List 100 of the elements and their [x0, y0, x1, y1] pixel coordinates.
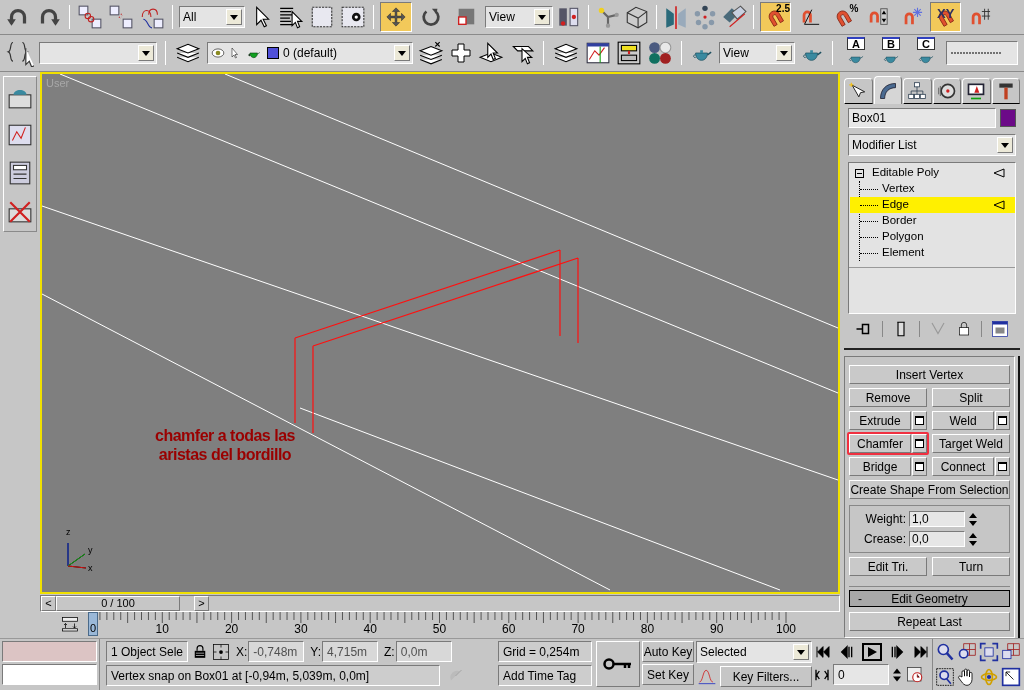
set-key-button[interactable]: Set Key [642, 664, 694, 685]
coordinate-field[interactable]: 0,0m [395, 641, 452, 662]
snap-toggle[interactable]: XY [930, 2, 961, 32]
link-icon[interactable] [76, 4, 104, 30]
spinner-arrows-icon[interactable] [892, 666, 902, 683]
modifier-stack-list[interactable]: Editable Poly Vertex Edge Border Polygon Element [848, 162, 1016, 314]
orbit-icon[interactable] [979, 666, 999, 687]
key-mode-dropdown[interactable]: Selected [696, 641, 812, 663]
set-key-toggle-button[interactable] [596, 641, 640, 687]
curve-editor-icon[interactable] [585, 40, 611, 66]
stack-item[interactable]: Edge [850, 197, 1015, 213]
command-button[interactable]: Insert Vertex [849, 365, 1010, 384]
command-button[interactable]: Split [932, 388, 1010, 407]
stack-item[interactable]: Element [850, 245, 1015, 261]
rollout-header[interactable]: - Edit Geometry [849, 590, 1010, 607]
object-name-field[interactable]: Box01 [848, 108, 996, 128]
current-frame-marker[interactable]: 0 [88, 612, 98, 636]
add-to-layer-icon[interactable] [418, 40, 444, 66]
dropdown-arrow-button[interactable] [226, 9, 242, 25]
absolute-mode-icon[interactable] [212, 642, 230, 661]
snap-toggle[interactable]: 2.5 [760, 2, 791, 32]
material-editor-icon[interactable] [647, 40, 673, 66]
time-slider-thumb[interactable]: 0 / 100 [56, 595, 180, 611]
preset-letter[interactable]: A [847, 37, 865, 50]
dropdown-arrow-button[interactable] [534, 9, 550, 25]
selection-filter-dropdown[interactable]: All [179, 6, 245, 28]
array-icon[interactable] [692, 4, 718, 30]
command-button[interactable]: Extrude [849, 411, 911, 430]
add-time-tag[interactable]: Add Time Tag [498, 665, 592, 686]
command-button[interactable]: Remove [849, 388, 927, 407]
grid-spacing[interactable]: Grid = 0,254m [498, 641, 592, 662]
zoom-all-icon[interactable] [957, 642, 977, 662]
named-selection-dropdown[interactable] [39, 42, 157, 64]
region-zoom-icon[interactable] [935, 666, 955, 687]
command-button[interactable]: Turn [932, 557, 1010, 576]
mirror-icon[interactable] [663, 4, 689, 30]
collapse-toggle[interactable] [855, 168, 864, 178]
dropdown-arrow-button[interactable] [138, 45, 154, 61]
command-button[interactable]: Target Weld [932, 434, 1010, 453]
next-frame-button[interactable]: > [194, 595, 209, 611]
zoom-extents-icon[interactable] [979, 642, 999, 662]
preset-letter[interactable]: C [917, 37, 935, 50]
settings-button[interactable] [995, 457, 1010, 476]
key-filters-button[interactable]: Key Filters... [720, 666, 812, 687]
time-configuration-icon[interactable] [905, 665, 925, 684]
align-icon[interactable] [721, 4, 747, 30]
maximize-viewport-icon[interactable] [1001, 666, 1021, 687]
render-view-dropdown[interactable]: View [719, 42, 795, 64]
named-selection-icon[interactable] [6, 39, 34, 67]
coordinate-field[interactable]: 4,715m [322, 641, 379, 662]
reference-coordinate-dropdown[interactable]: View [485, 6, 553, 28]
snap-toggle[interactable]: % [828, 2, 859, 32]
zoom-icon[interactable] [935, 642, 955, 662]
settings-button[interactable] [912, 411, 927, 430]
command-button[interactable]: Edit Tri. [849, 557, 927, 576]
schematic-view-icon[interactable] [616, 40, 642, 66]
stack-item[interactable]: Editable Poly [849, 165, 1015, 181]
go-to-start-icon[interactable] [814, 644, 832, 660]
spinner-arrows-icon[interactable] [968, 531, 978, 547]
dropdown-arrow-button[interactable] [776, 45, 792, 61]
calculator-icon[interactable] [7, 159, 33, 187]
scrollbar[interactable] [1018, 356, 1020, 638]
spinner-field[interactable]: 0,0 [909, 531, 965, 547]
spinner-arrows-icon[interactable] [968, 511, 978, 527]
command-button[interactable]: Chamfer [849, 434, 911, 453]
settings-button[interactable] [995, 411, 1010, 430]
stack-item[interactable]: Border [850, 213, 1015, 229]
lock-icon[interactable] [193, 643, 207, 660]
command-button[interactable]: Create Shape From Selection [849, 480, 1010, 499]
modifier-list-dropdown[interactable]: Modifier List [848, 134, 1016, 156]
preset-letter[interactable]: B [882, 37, 900, 50]
settings-button[interactable] [912, 434, 927, 453]
configure-sets-icon[interactable] [991, 320, 1010, 338]
play-button[interactable] [862, 643, 882, 661]
previous-frame-button[interactable]: < [41, 595, 56, 611]
object-color-swatch[interactable] [1000, 109, 1016, 127]
command-button[interactable]: Weld [932, 411, 994, 430]
plus-icon[interactable] [449, 41, 473, 65]
mini-curve-editor-icon[interactable] [59, 616, 81, 634]
layer-dropdown[interactable]: 0 (default) [207, 42, 413, 64]
keyboard-shortcut-icon[interactable] [624, 4, 650, 30]
stack-item[interactable]: Polygon [850, 229, 1015, 245]
dropdown-arrow-button[interactable] [793, 644, 809, 660]
zoom-extents-all-icon[interactable] [1001, 642, 1021, 662]
command-button[interactable]: Repeat Last [849, 612, 1010, 631]
preset-field[interactable] [946, 41, 1018, 65]
stack-item[interactable]: Vertex [850, 181, 1015, 197]
auto-key-button[interactable]: Auto Key [642, 641, 694, 662]
dropdown-arrow-button[interactable] [997, 137, 1013, 153]
coordinate-field[interactable]: -0,748m [248, 641, 305, 662]
spinner-field[interactable]: 1,0 [909, 511, 965, 527]
settings-button[interactable] [912, 457, 927, 476]
go-to-end-icon[interactable] [912, 644, 930, 660]
window-crossing-icon[interactable] [339, 4, 367, 30]
dropdown-arrow-button[interactable] [394, 45, 410, 61]
current-frame-field[interactable]: 0 [833, 664, 889, 685]
command-button[interactable]: Connect [932, 457, 994, 476]
key-icon[interactable] [603, 656, 633, 672]
listener-input[interactable] [2, 641, 97, 662]
selection-info[interactable]: 1 Object Sele [106, 641, 188, 662]
